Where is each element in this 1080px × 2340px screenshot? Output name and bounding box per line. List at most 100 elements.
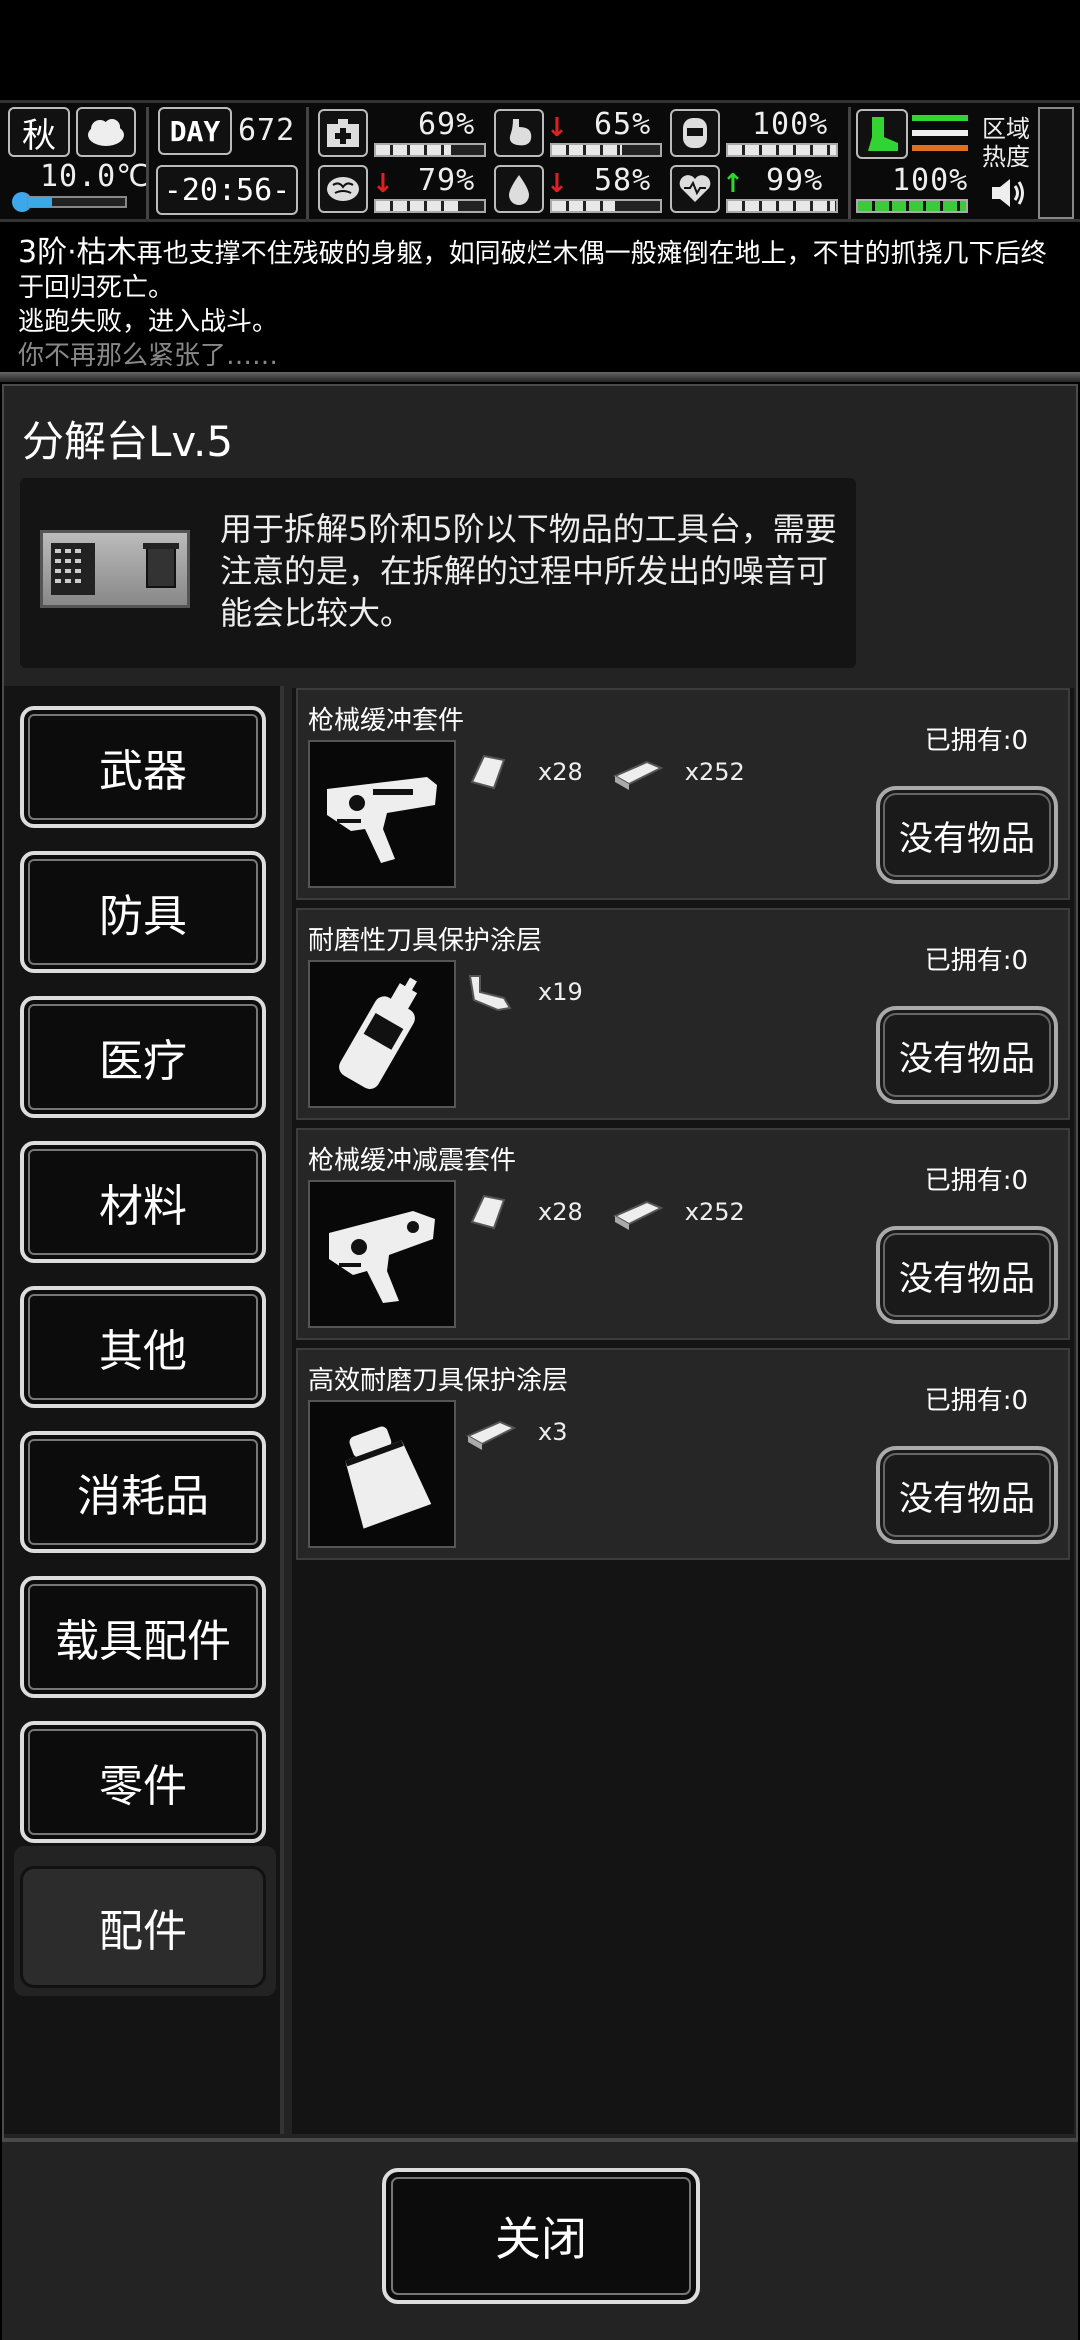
day-badge: DAY (158, 107, 232, 155)
day-number: 672 (238, 113, 296, 148)
category-medical-button[interactable]: 医疗 (20, 996, 266, 1118)
category-materials-button[interactable]: 材料 (20, 1141, 266, 1263)
category-label: 医疗 (99, 1036, 187, 1087)
material-quantity: x19 (538, 978, 583, 1006)
category-consumables-button[interactable]: 消耗品 (20, 1431, 266, 1553)
weather-cloud-icon (76, 107, 136, 157)
material-quantity: x3 (538, 1418, 568, 1446)
material-quantity: x28 (538, 1198, 583, 1226)
plate-material-icon (470, 754, 506, 790)
metal-bar-material-icon (612, 760, 663, 790)
gun-buffer-kit-icon (308, 740, 456, 888)
brain-icon (318, 165, 368, 213)
panel-title: 分解台Lv.5 (22, 417, 234, 466)
time-text: -20:56- (163, 172, 291, 208)
no-item-button[interactable]: 没有物品 (876, 1006, 1058, 1104)
no-item-button[interactable]: 没有物品 (876, 1226, 1058, 1324)
no-item-label: 没有物品 (899, 818, 1035, 859)
material-quantity: x252 (684, 758, 745, 786)
hunger-percent: 65% (594, 107, 652, 142)
stamina-bar (856, 199, 968, 213)
log-line-2: 逃跑失败，进入战斗。 (18, 307, 279, 337)
list-item: 枪械缓冲减震套件 已拥有:0 x28 x252 没有物品 (296, 1128, 1070, 1340)
item-owned-count: 已拥有:0 (924, 726, 1028, 756)
status-bar: 秋 10.0℃ DAY 672 -20:56- 69% ↓ 79% ↓ 65% … (0, 100, 1080, 222)
log-divider (0, 372, 1080, 382)
heart-icon (670, 165, 720, 213)
category-vehicle-parts-button[interactable]: 载具配件 (20, 1576, 266, 1698)
list-item: 耐磨性刀具保护涂层 已拥有:0 x19 没有物品 (296, 908, 1070, 1120)
category-components-button[interactable]: 零件 (20, 1721, 266, 1843)
armor-bar (726, 143, 838, 157)
material-quantity: x252 (684, 1198, 745, 1226)
category-label: 武器 (99, 746, 187, 797)
zone-heat-meter (1038, 107, 1074, 219)
zone-heat-label: 区域热度 (982, 115, 1030, 171)
material-quantity: x28 (538, 758, 583, 786)
log-line-1: 再也支撑不住残破的身躯，如同破烂木偶一般瘫倒在地上，不甘的抓挠几下后终于回归死亡… (18, 239, 1047, 303)
disassembly-panel: 分解台Lv.5 用于拆解5阶和5阶以下物品的工具台，需要注意的是，在拆解的过程中… (2, 384, 1078, 2140)
mood-percent: 99% (766, 163, 824, 198)
health-bar (374, 143, 486, 157)
material-requirement: x28 x252 (464, 752, 745, 792)
list-item: 枪械缓冲套件 已拥有:0 x28 x252 没有物品 (296, 688, 1070, 900)
category-armor-button[interactable]: 防具 (20, 851, 266, 973)
category-weapons-button[interactable]: 武器 (20, 706, 266, 828)
separator (146, 107, 149, 219)
hunger-bar (550, 143, 662, 157)
item-owned-count: 已拥有:0 (924, 1386, 1028, 1416)
list-item: 高效耐磨刀具保护涂层 已拥有:0 x3 没有物品 (296, 1348, 1070, 1560)
thermometer-icon (10, 189, 130, 215)
separator (848, 107, 851, 219)
log-enemy-name: 3阶·枯木 (18, 235, 137, 270)
close-label: 关闭 (495, 2212, 587, 2266)
helmet-icon (670, 109, 720, 157)
item-name: 枪械缓冲套件 (308, 706, 465, 736)
category-label: 零件 (99, 1761, 187, 1812)
category-label: 其他 (99, 1326, 187, 1377)
mental-down-arrow-icon: ↓ (372, 169, 394, 199)
category-label: 消耗品 (77, 1471, 209, 1522)
no-item-button[interactable]: 没有物品 (876, 786, 1058, 884)
armor-percent: 100% (752, 107, 829, 142)
category-label: 配件 (99, 1906, 187, 1957)
stamina-percent: 100% (892, 163, 969, 198)
item-list: 枪械缓冲套件 已拥有:0 x28 x252 没有物品 耐磨性刀具保护涂层 已拥有… (292, 688, 1074, 2134)
no-item-label: 没有物品 (899, 1478, 1035, 1519)
category-accessories-button[interactable]: 配件 (20, 1866, 266, 1988)
mood-bar (726, 199, 838, 213)
log-line-3: 你不再那么紧张了…… (18, 341, 279, 371)
spray-bottle-icon (308, 960, 456, 1108)
sound-speaker-icon[interactable] (988, 173, 1028, 213)
item-owned-count: 已拥有:0 (924, 946, 1028, 976)
season-badge: 秋 (8, 107, 70, 157)
no-item-label: 没有物品 (899, 1038, 1035, 1079)
description-box: 用于拆解5阶和5阶以下物品的工具台，需要注意的是，在拆解的过程中所发出的噪音可能… (20, 478, 856, 668)
metal-bar-material-icon (612, 1200, 663, 1230)
mental-bar (374, 199, 486, 213)
category-list: 武器 防具 医疗 材料 其他 消耗品 载具配件 零件 配件 (4, 686, 284, 2134)
stomach-icon (494, 109, 544, 157)
material-requirement: x28 x252 (464, 1192, 745, 1232)
medkit-icon (318, 109, 368, 157)
season-text: 秋 (22, 115, 56, 156)
category-label: 载具配件 (55, 1616, 231, 1667)
mood-up-arrow-icon: ↑ (722, 169, 744, 199)
mental-percent: 79% (418, 163, 476, 198)
bottom-bar: 关闭 (2, 2140, 1078, 2340)
hunger-down-arrow-icon: ↓ (546, 113, 568, 143)
item-name: 耐磨性刀具保护涂层 (308, 926, 543, 956)
plate-material-icon (470, 1194, 506, 1230)
metal-bar-material-icon (465, 1420, 516, 1450)
material-requirement: x19 (464, 972, 583, 1012)
material-requirement: x3 (464, 1412, 567, 1452)
stamina-stripes-icon (912, 111, 968, 155)
item-owned-count: 已拥有:0 (924, 1166, 1028, 1196)
no-item-button[interactable]: 没有物品 (876, 1446, 1058, 1544)
description-text: 用于拆解5阶和5阶以下物品的工具台，需要注意的是，在拆解的过程中所发出的噪音可能… (220, 510, 837, 632)
thirst-down-arrow-icon: ↓ (546, 169, 568, 199)
close-button[interactable]: 关闭 (382, 2168, 700, 2304)
thirst-bar (550, 199, 662, 213)
day-label: DAY (169, 114, 221, 148)
category-other-button[interactable]: 其他 (20, 1286, 266, 1408)
